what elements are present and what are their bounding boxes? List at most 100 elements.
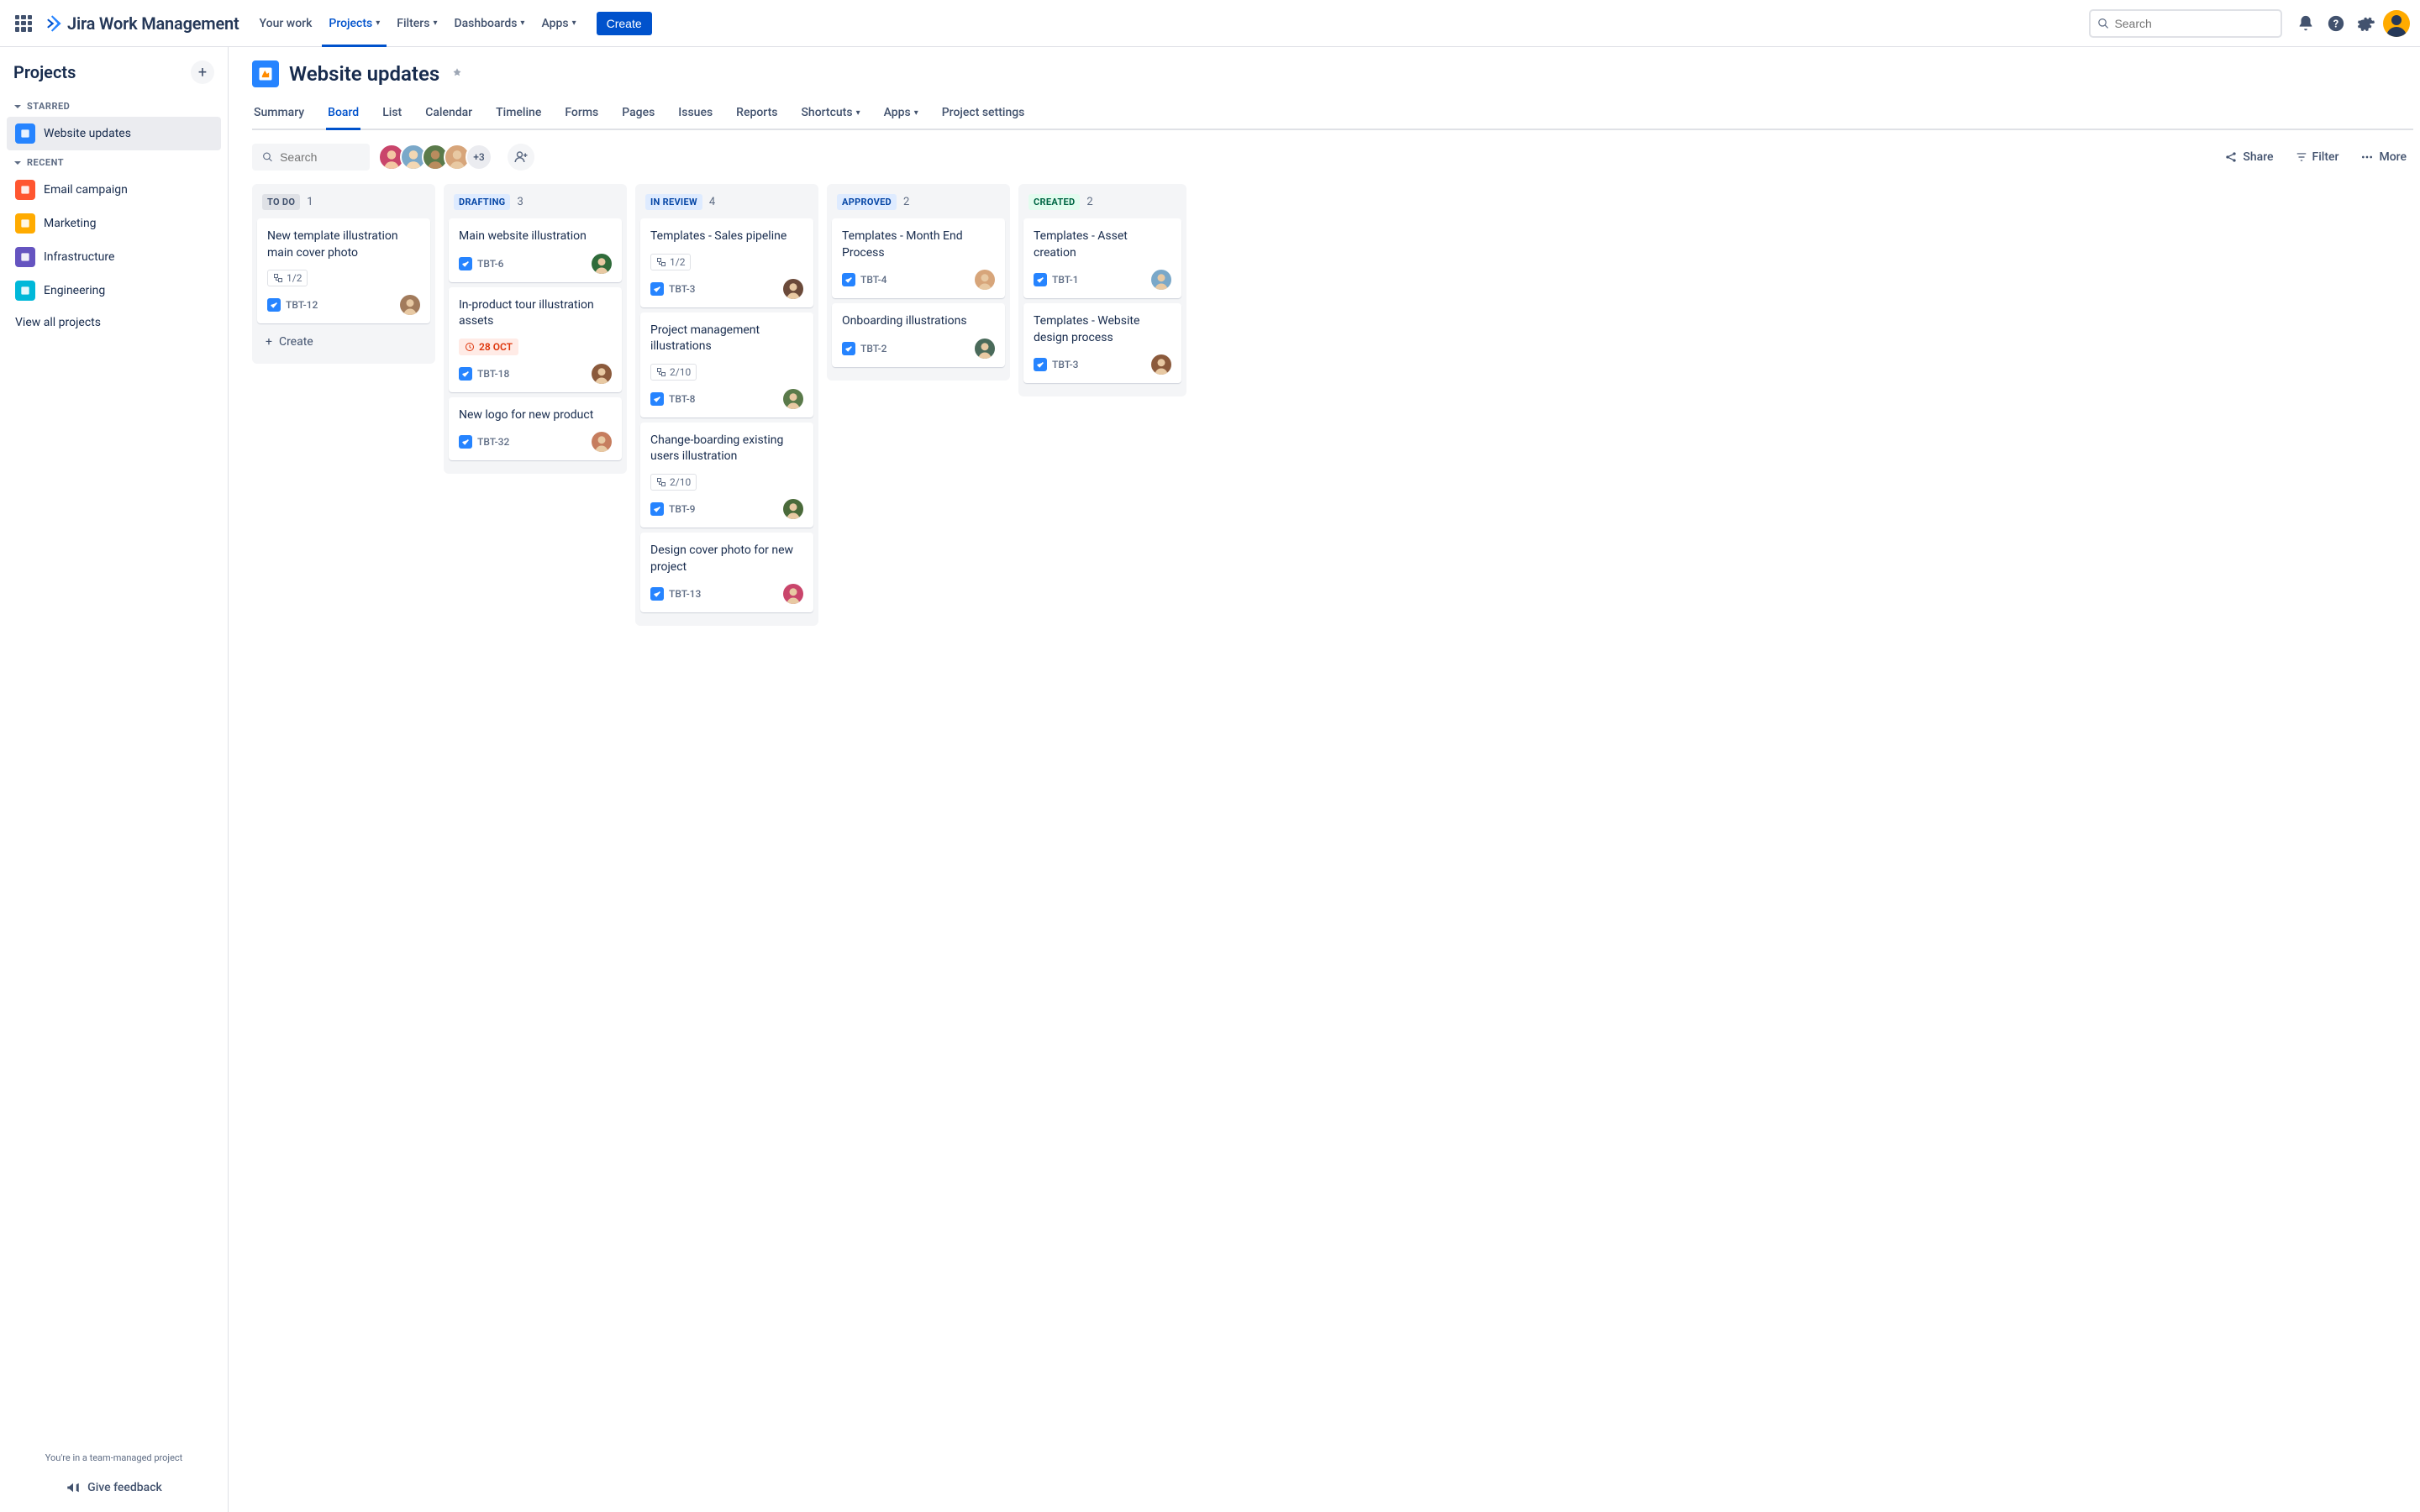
tab-reports[interactable]: Reports xyxy=(734,99,779,130)
more-button[interactable]: More xyxy=(2354,145,2413,169)
nav-item-label: Filters xyxy=(397,17,429,30)
assignee-avatar[interactable] xyxy=(783,389,803,409)
assignee-avatar[interactable] xyxy=(400,295,420,315)
subtask-icon xyxy=(656,257,666,267)
issue-card[interactable]: Templates - Month End ProcessTBT-4 xyxy=(832,218,1005,298)
add-people-button[interactable] xyxy=(508,144,534,171)
tab-forms[interactable]: Forms xyxy=(563,99,600,130)
issue-card[interactable]: New template illustration main cover pho… xyxy=(257,218,430,323)
sidebar-section-recent[interactable]: RECENT xyxy=(7,150,221,173)
assignee-avatar[interactable] xyxy=(1151,354,1171,375)
sidebar-section-starred[interactable]: STARRED xyxy=(7,94,221,117)
column-header[interactable]: APPROVED2 xyxy=(832,191,1005,218)
issue-type-icon xyxy=(459,257,472,270)
assignee-avatar[interactable] xyxy=(1151,270,1171,290)
add-project-button[interactable]: + xyxy=(191,60,214,84)
tab-shortcuts[interactable]: Shortcuts▾ xyxy=(799,99,861,130)
chevron-down-icon: ▾ xyxy=(914,108,918,118)
issue-card[interactable]: In-product tour illustration assets28 OC… xyxy=(449,287,622,392)
create-button[interactable]: Create xyxy=(597,12,652,35)
assignee-avatar[interactable] xyxy=(783,499,803,519)
issue-key: TBT-8 xyxy=(669,393,696,405)
sidebar-item-engineering[interactable]: Engineering xyxy=(7,274,221,307)
tab-issues[interactable]: Issues xyxy=(676,99,714,130)
tab-calendar[interactable]: Calendar xyxy=(424,99,474,130)
issue-card[interactable]: Templates - Sales pipeline1/2TBT-3 xyxy=(640,218,813,307)
global-search-input[interactable] xyxy=(2114,17,2274,30)
issue-card[interactable]: Change-boarding existing users illustrat… xyxy=(640,423,813,528)
give-feedback-button[interactable]: Give feedback xyxy=(7,1470,221,1505)
board-search-input[interactable] xyxy=(280,150,360,164)
chevron-down-icon: ▾ xyxy=(572,18,576,28)
nav-item-projects[interactable]: Projects ▾ xyxy=(322,0,387,47)
global-search[interactable] xyxy=(2089,9,2282,38)
tab-summary[interactable]: Summary xyxy=(252,99,306,130)
subtask-icon xyxy=(656,477,666,487)
assignee-avatar[interactable] xyxy=(592,432,612,452)
create-issue-button[interactable]: +Create xyxy=(257,328,430,355)
assignee-avatar[interactable] xyxy=(592,254,612,274)
assignee-avatar[interactable] xyxy=(783,279,803,299)
issue-card[interactable]: Design cover photo for new projectTBT-13 xyxy=(640,533,813,612)
customize-icon[interactable] xyxy=(450,66,465,81)
assignee-avatar[interactable] xyxy=(592,364,612,384)
nav-item-label: Projects xyxy=(329,17,372,30)
sidebar-item-email-campaign[interactable]: Email campaign xyxy=(7,173,221,207)
issue-card[interactable]: Project management illustrations2/10TBT-… xyxy=(640,312,813,417)
issue-card[interactable]: Templates - Asset creationTBT-1 xyxy=(1023,218,1181,298)
nav-item-dashboards[interactable]: Dashboards▾ xyxy=(447,0,531,47)
tab-apps[interactable]: Apps▾ xyxy=(882,99,920,130)
subtask-badge: 1/2 xyxy=(650,254,691,270)
page-title: Website updates xyxy=(289,62,439,86)
help-icon[interactable]: ? xyxy=(2323,10,2349,37)
product-logo[interactable]: Jira Work Management xyxy=(44,13,239,34)
nav-item-your-work[interactable]: Your work xyxy=(253,0,319,47)
tab-timeline[interactable]: Timeline xyxy=(494,99,543,130)
column-to-do: TO DO1New template illustration main cov… xyxy=(252,184,435,364)
nav-item-filters[interactable]: Filters ▾ xyxy=(390,0,444,47)
column-approved: APPROVED2Templates - Month End ProcessTB… xyxy=(827,184,1010,381)
issue-card[interactable]: Templates - Website design processTBT-3 xyxy=(1023,303,1181,383)
chevron-down-icon: ▾ xyxy=(433,18,437,28)
board-search[interactable] xyxy=(252,144,370,171)
chevron-down-icon: ▾ xyxy=(856,108,860,118)
app-switcher-icon[interactable] xyxy=(10,10,37,37)
sidebar-item-marketing[interactable]: Marketing xyxy=(7,207,221,240)
column-created: CREATED2Templates - Asset creationTBT-1T… xyxy=(1018,184,1186,396)
view-all-projects[interactable]: View all projects xyxy=(7,307,221,338)
filter-icon xyxy=(2296,151,2307,163)
issue-type-icon xyxy=(650,502,664,516)
tab-list[interactable]: List xyxy=(381,99,403,130)
assignee-avatar[interactable] xyxy=(975,270,995,290)
column-header[interactable]: TO DO1 xyxy=(257,191,430,218)
tab-pages[interactable]: Pages xyxy=(620,99,656,130)
column-header[interactable]: IN REVIEW4 xyxy=(640,191,813,218)
column-header[interactable]: DRAFTING3 xyxy=(449,191,622,218)
assignee-avatar[interactable] xyxy=(783,584,803,604)
column-count: 1 xyxy=(307,196,313,208)
settings-icon[interactable] xyxy=(2353,10,2380,37)
sidebar-item-infrastructure[interactable]: Infrastructure xyxy=(7,240,221,274)
column-drafting: DRAFTING3Main website illustrationTBT-6I… xyxy=(444,184,627,474)
tab-label: Forms xyxy=(565,106,598,119)
issue-key: TBT-3 xyxy=(1052,359,1079,370)
notifications-icon[interactable] xyxy=(2292,10,2319,37)
tab-board[interactable]: Board xyxy=(326,99,360,130)
assignee-avatar[interactable] xyxy=(975,339,995,359)
nav-item-apps[interactable]: Apps▾ xyxy=(534,0,582,47)
project-icon xyxy=(15,281,35,301)
share-button[interactable]: Share xyxy=(2217,145,2280,169)
tab-project-settings[interactable]: Project settings xyxy=(940,99,1027,130)
issue-card[interactable]: New logo for new productTBT-32 xyxy=(449,397,622,461)
profile-avatar[interactable] xyxy=(2383,10,2410,37)
avatar-overflow[interactable]: +3 xyxy=(466,144,492,171)
subtask-icon xyxy=(656,367,666,377)
megaphone-icon xyxy=(66,1480,81,1495)
column-header[interactable]: CREATED2 xyxy=(1023,191,1181,218)
sidebar-item-label: Email campaign xyxy=(44,183,128,197)
chevron-down-icon: ▾ xyxy=(376,18,380,28)
filter-button[interactable]: Filter xyxy=(2289,145,2346,169)
sidebar-item-website-updates[interactable]: Website updates xyxy=(7,117,221,150)
issue-card[interactable]: Onboarding illustrationsTBT-2 xyxy=(832,303,1005,367)
issue-card[interactable]: Main website illustrationTBT-6 xyxy=(449,218,622,282)
